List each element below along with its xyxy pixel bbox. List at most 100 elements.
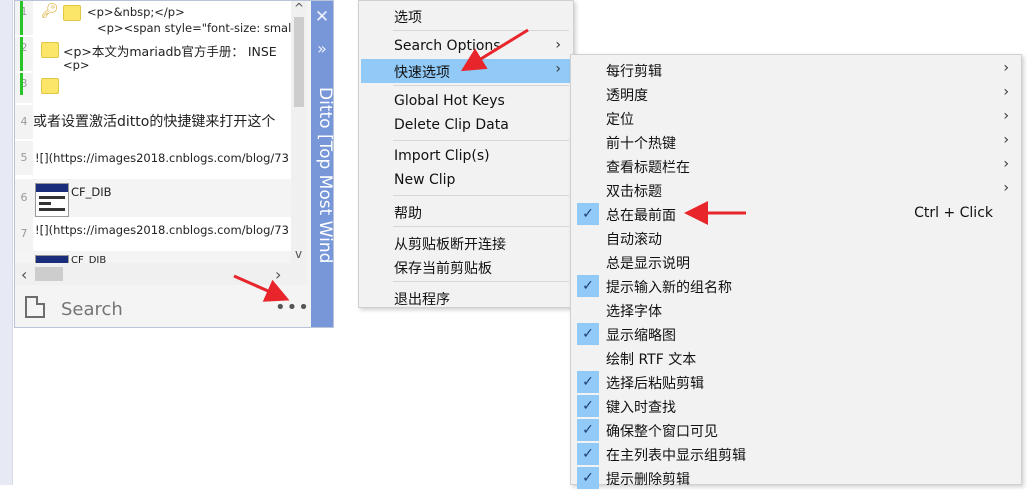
submenu-item[interactable]: 选择字体 bbox=[573, 298, 1019, 322]
clip-row[interactable]: 3 bbox=[15, 73, 307, 103]
menu-item-save-clipboard[interactable]: 保存当前剪贴板 bbox=[361, 255, 571, 279]
submenu-item-label: 绘制 RTF 文本 bbox=[606, 352, 697, 368]
submenu-item-label: 总是显示说明 bbox=[606, 256, 690, 272]
submenu-item-label: 键入时查找 bbox=[606, 400, 676, 416]
submenu-item[interactable]: ✓ 提示输入新的组名称 bbox=[573, 274, 1019, 298]
horizontal-scrollbar[interactable]: ‹ › bbox=[15, 263, 307, 285]
scroll-right-icon[interactable]: › bbox=[275, 265, 281, 284]
clip-document-icon[interactable] bbox=[25, 296, 45, 318]
close-icon[interactable]: ✕ bbox=[311, 7, 333, 27]
search-bar: ••• bbox=[15, 287, 309, 327]
desktop-strip bbox=[0, 0, 13, 485]
checkmark-icon: ✓ bbox=[577, 419, 599, 441]
menu-item-label: Delete Clip Data bbox=[394, 117, 509, 133]
submenu-arrow-icon: › bbox=[555, 37, 561, 53]
menu-separator bbox=[393, 226, 569, 227]
menu-item-label: 选项 bbox=[394, 10, 422, 26]
menu-item-search-options[interactable]: Search Options › bbox=[361, 35, 571, 59]
submenu-arrow-icon: › bbox=[1003, 108, 1009, 124]
submenu-item[interactable]: 绘制 RTF 文本 bbox=[573, 346, 1019, 370]
row-number: 6 bbox=[15, 179, 33, 217]
clip-row[interactable]: 4 或者设置激活ditto的快捷键来打开这个 bbox=[15, 105, 307, 139]
checkmark-icon: ✓ bbox=[577, 203, 599, 225]
submenu-item[interactable]: ✓ 提示删除剪辑 bbox=[573, 466, 1019, 490]
more-options-button[interactable]: ••• bbox=[275, 297, 309, 321]
submenu-item[interactable]: 前十个热键 › bbox=[573, 130, 1019, 154]
vertical-scroll-thumb[interactable] bbox=[294, 17, 304, 107]
sticky-note-icon bbox=[63, 5, 81, 21]
row-number: 2 bbox=[15, 37, 33, 71]
clip-list[interactable]: 1 🔑︎ <p>&nbsp;</p> <p><span style="font-… bbox=[15, 1, 307, 263]
clip-text: <p><span style="font-size: small;": bbox=[97, 21, 307, 35]
submenu-item[interactable]: ✓ 在主列表中显示组剪辑 bbox=[573, 442, 1019, 466]
checkmark-icon: ✓ bbox=[577, 395, 599, 417]
menu-item-global-hot-keys[interactable]: Global Hot Keys bbox=[361, 90, 571, 114]
clip-row[interactable]: 2 <p>本文为mariadb官方手册： INSE <p> bbox=[15, 37, 307, 71]
clip-text: ![](https://images2018.cnblogs.com/blog/… bbox=[35, 223, 289, 237]
submenu-item[interactable]: ✓ 确保整个窗口可见 bbox=[573, 418, 1019, 442]
submenu-item-label: 双击标题 bbox=[606, 184, 662, 200]
scroll-left-icon[interactable]: ‹ bbox=[21, 265, 27, 284]
submenu-item[interactable]: ✓ 键入时查找 bbox=[573, 394, 1019, 418]
submenu-item-label: 确保整个窗口可见 bbox=[606, 424, 718, 440]
image-thumbnail bbox=[35, 183, 69, 217]
sticky-note-icon bbox=[41, 42, 59, 58]
row-number: 4 bbox=[15, 105, 33, 139]
submenu-item[interactable]: 双击标题 › bbox=[573, 178, 1019, 202]
menu-item-label: New Clip bbox=[394, 172, 456, 188]
clip-row[interactable]: CF_DIB bbox=[15, 251, 307, 263]
submenu-item[interactable]: 自动滚动 bbox=[573, 226, 1019, 250]
menu-item-options[interactable]: 选项 bbox=[361, 4, 571, 28]
vertical-scrollbar[interactable]: ^ v bbox=[291, 1, 307, 263]
shortcut-text: Ctrl + Click bbox=[914, 205, 993, 221]
clip-row[interactable]: 1 🔑︎ <p>&nbsp;</p> <p><span style="font-… bbox=[15, 1, 307, 35]
submenu-arrow-icon: › bbox=[555, 61, 561, 77]
clip-text: <p>&nbsp;</p> bbox=[87, 5, 185, 19]
clip-row[interactable]: 5 ![](https://images2018.cnblogs.com/blo… bbox=[15, 141, 307, 175]
clip-row[interactable]: 7 ![](https://images2018.cnblogs.com/blo… bbox=[15, 217, 307, 251]
double-chevron-right-icon[interactable]: » bbox=[311, 39, 333, 58]
menu-item-quick-options[interactable]: 快速选项 › bbox=[361, 59, 571, 83]
submenu-item-label: 总在最前面 bbox=[606, 208, 676, 224]
submenu-item[interactable]: 每行剪辑 › bbox=[573, 58, 1019, 82]
submenu-item-label: 显示缩略图 bbox=[606, 328, 676, 344]
row-number: 1 bbox=[15, 1, 33, 35]
menu-item-exit[interactable]: 退出程序 bbox=[361, 286, 571, 310]
ditto-window: 1 🔑︎ <p>&nbsp;</p> <p><span style="font-… bbox=[14, 0, 335, 328]
menu-item-delete-clip-data[interactable]: Delete Clip Data bbox=[361, 114, 571, 138]
sticky-note-icon bbox=[41, 78, 59, 94]
horizontal-scroll-thumb[interactable] bbox=[35, 267, 63, 281]
clip-text: CF_DIB bbox=[71, 185, 112, 199]
submenu-item[interactable]: ✓ 选择后粘贴剪辑 bbox=[573, 370, 1019, 394]
caption-bar[interactable]: ✕ » Ditto [Top Most Wind bbox=[311, 1, 335, 327]
menu-separator bbox=[393, 195, 569, 196]
context-menu: 选项 Search Options › 快速选项 › Global Hot Keys… bbox=[358, 0, 574, 308]
submenu-item[interactable]: 查看标题栏在 › bbox=[573, 154, 1019, 178]
checkmark-icon: ✓ bbox=[577, 443, 599, 465]
selection-marker bbox=[20, 73, 23, 95]
submenu-item[interactable]: 定位 › bbox=[573, 106, 1019, 130]
menu-item-help[interactable]: 帮助 bbox=[361, 200, 571, 224]
submenu-item[interactable]: 透明度 › bbox=[573, 82, 1019, 106]
scroll-up-icon[interactable]: ^ bbox=[294, 1, 304, 15]
submenu-arrow-icon: › bbox=[1003, 60, 1009, 76]
submenu-item[interactable]: ✓ 总在最前面 Ctrl + Click bbox=[573, 202, 1019, 226]
submenu-item[interactable]: ✓ 显示缩略图 bbox=[573, 322, 1019, 346]
clip-text: 或者设置激活ditto的快捷键来打开这个 bbox=[33, 114, 276, 130]
row-number: 7 bbox=[15, 217, 33, 251]
menu-item-new-clip[interactable]: New Clip bbox=[361, 169, 571, 193]
scroll-down-icon[interactable]: v bbox=[295, 247, 302, 261]
clip-text: <p>本文为mariadb官方手册： INSE bbox=[63, 44, 277, 59]
menu-separator bbox=[393, 281, 569, 282]
submenu-item-label: 前十个热键 bbox=[606, 136, 676, 152]
selection-marker bbox=[20, 37, 23, 71]
menu-item-label: 帮助 bbox=[394, 206, 422, 222]
menu-item-disconnect-clipboard[interactable]: 从剪贴板断开连接 bbox=[361, 231, 571, 255]
submenu-item[interactable]: 总是显示说明 bbox=[573, 250, 1019, 274]
clip-row[interactable]: 6 CF_DIB bbox=[15, 179, 307, 217]
search-input[interactable] bbox=[59, 295, 233, 323]
checkmark-icon: ✓ bbox=[577, 323, 599, 345]
menu-item-import-clips[interactable]: Import Clip(s) bbox=[361, 145, 571, 169]
submenu-item-label: 提示输入新的组名称 bbox=[606, 280, 732, 296]
menu-item-label: Search Options bbox=[394, 38, 501, 54]
